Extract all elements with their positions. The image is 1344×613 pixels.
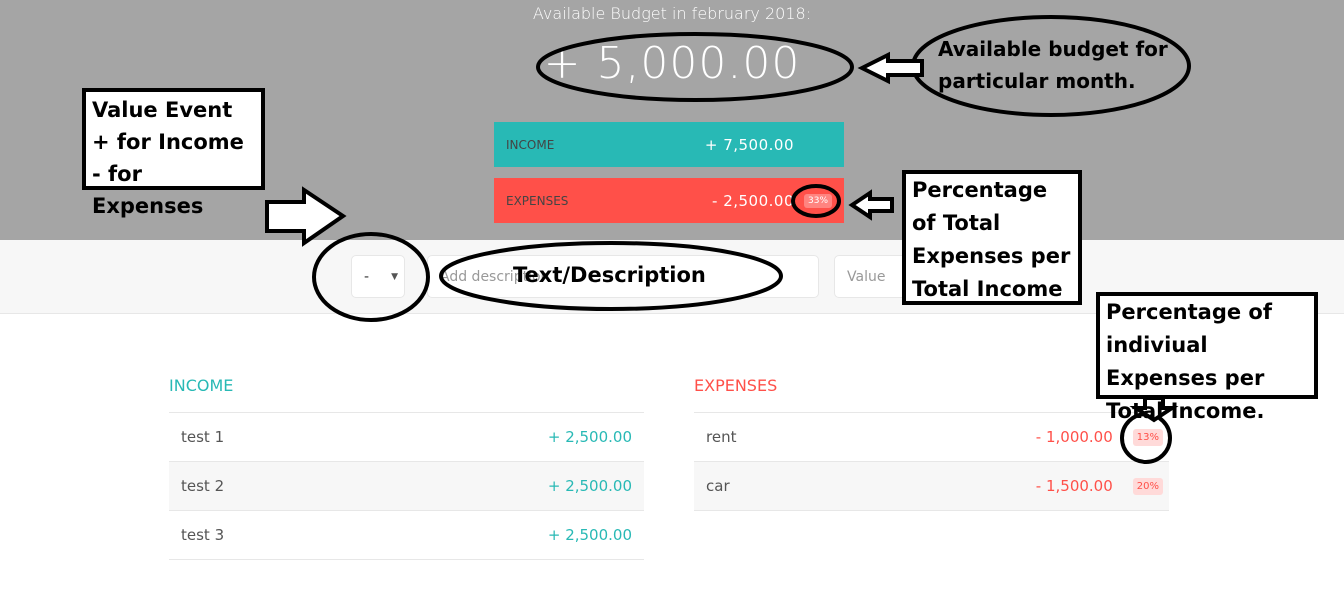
item-value: + 2,500.00 — [547, 526, 632, 544]
expense-item[interactable]: car - 1,500.00 20% — [694, 462, 1169, 511]
annotation-item-percent: Percentage of indiviual Expenses per Tot… — [1096, 292, 1318, 423]
item-value: - 1,000.00 — [1035, 428, 1113, 446]
item-description: test 1 — [181, 428, 225, 446]
item-value: - 1,500.00 — [1035, 477, 1113, 495]
expenses-summary: EXPENSES - 2,500.00 33% — [494, 178, 844, 223]
item-percent-badge: 20% — [1132, 477, 1163, 495]
income-list-title: INCOME — [169, 376, 644, 413]
annotation-line: Value Event — [92, 98, 233, 122]
type-select-value: - — [364, 268, 370, 285]
budget-title: Available Budget in february 2018: — [532, 4, 812, 23]
annotation-value-event: Value Event + for Income - for Expenses — [82, 88, 265, 218]
annotation-line: + for Income — [92, 130, 244, 154]
item-description: rent — [706, 428, 737, 446]
type-select[interactable]: - ▼ — [351, 255, 405, 298]
chevron-down-icon: ▼ — [391, 271, 398, 282]
expenses-summary-label: EXPENSES — [506, 193, 569, 208]
income-item[interactable]: test 1 + 2,500.00 — [169, 413, 644, 462]
item-description: test 3 — [181, 526, 225, 544]
income-summary: INCOME + 7,500.00 — [494, 122, 844, 167]
income-summary-label: INCOME — [506, 137, 555, 152]
expense-item[interactable]: rent - 1,000.00 13% — [694, 413, 1169, 462]
annotation-total-percent: Percentage of Total Expenses per Total I… — [902, 170, 1082, 305]
annotation-line: - for Expenses — [92, 162, 204, 218]
expenses-percent-badge: 33% — [804, 193, 833, 208]
income-item[interactable]: test 3 + 2,500.00 — [169, 511, 644, 560]
item-percent-badge: 13% — [1132, 428, 1163, 446]
income-list: INCOME test 1 + 2,500.00 test 2 + 2,500.00… — [169, 376, 644, 560]
item-description: test 2 — [181, 477, 225, 495]
expenses-summary-value: - 2,500.00 — [712, 191, 794, 210]
income-summary-value: + 7,500.00 — [704, 135, 794, 154]
income-item[interactable]: test 2 + 2,500.00 — [169, 462, 644, 511]
item-description: car — [706, 477, 730, 495]
item-value: + 2,500.00 — [547, 428, 632, 446]
annotation-budget: Available budget for particular month. — [938, 37, 1168, 93]
item-value: + 2,500.00 — [547, 477, 632, 495]
annotation-description: Text/Description — [513, 263, 706, 287]
